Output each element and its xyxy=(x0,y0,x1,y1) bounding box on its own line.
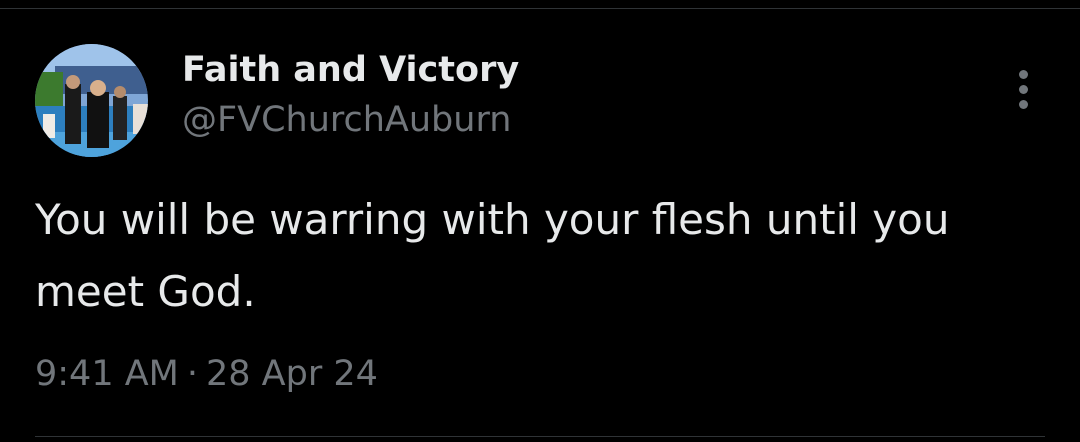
avatar-photo-icon xyxy=(35,44,148,157)
tweet-text: You will be warring with your flesh unti… xyxy=(35,195,963,316)
tweet-date: 28 Apr 24 xyxy=(206,354,378,394)
author-display-name[interactable]: Faith and Victory xyxy=(182,50,519,90)
more-options-button[interactable] xyxy=(1006,66,1040,114)
top-divider xyxy=(0,8,1080,9)
tweet-time: 9:41 AM xyxy=(35,354,179,394)
timestamp-separator: · xyxy=(186,354,199,394)
tweet-timestamp[interactable]: 9:41 AM · 28 Apr 24 xyxy=(35,354,378,394)
author-avatar[interactable] xyxy=(35,44,148,157)
author-handle[interactable]: @FVChurchAuburn xyxy=(182,100,511,140)
bottom-divider xyxy=(35,436,1045,437)
more-vertical-icon-dot xyxy=(1019,85,1028,94)
more-vertical-icon xyxy=(1019,70,1028,79)
more-vertical-icon-dot xyxy=(1019,100,1028,109)
